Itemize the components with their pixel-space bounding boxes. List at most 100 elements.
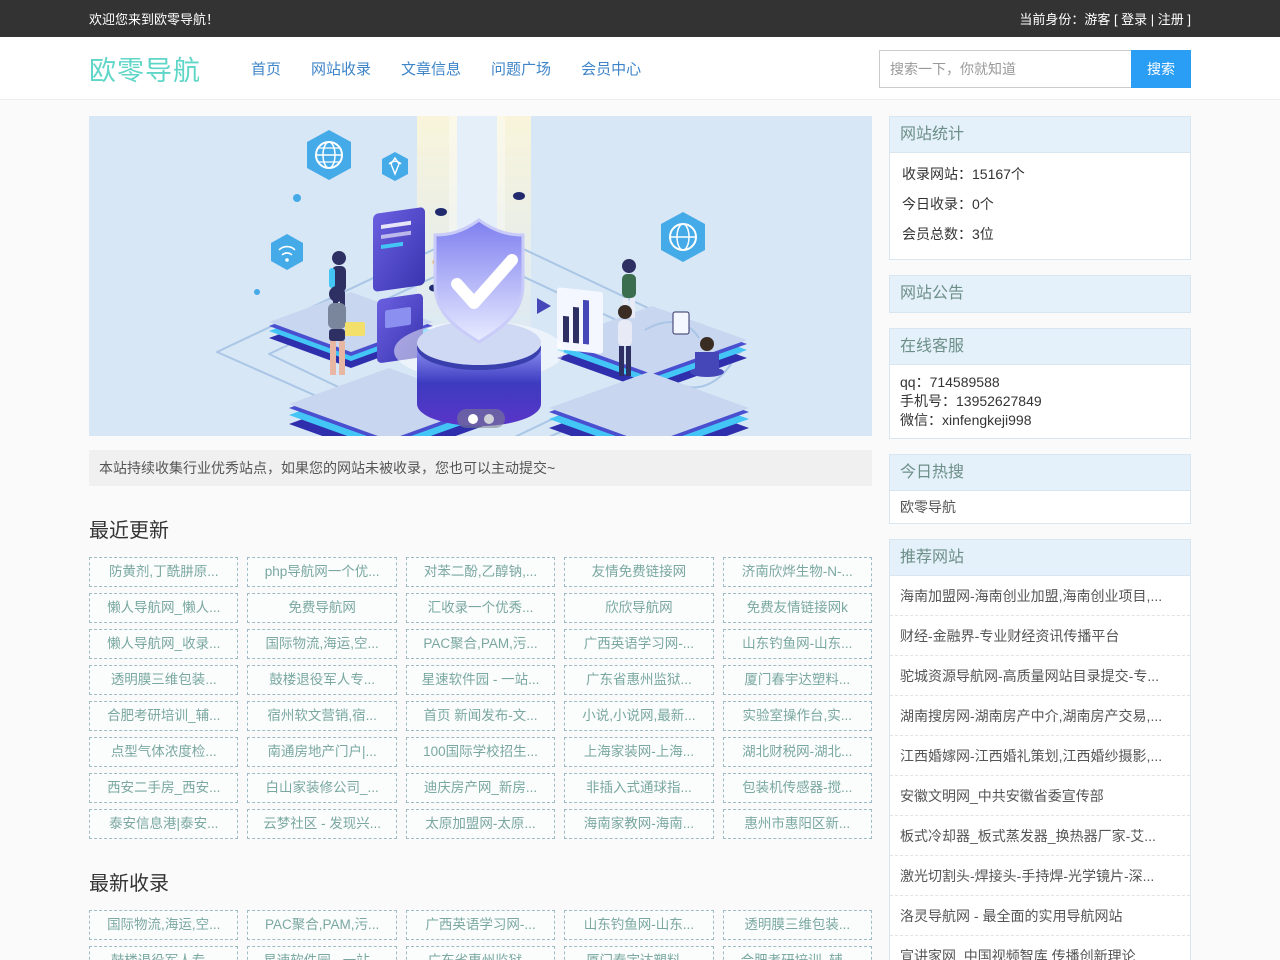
identity-login-register[interactable]: 当前身份：游客 [ 登录 | 注册 ] <box>1019 9 1191 28</box>
site-link[interactable]: 汇收录一个优秀... <box>406 593 555 623</box>
panel-site-announcement: 网站公告 <box>889 275 1191 313</box>
site-link[interactable]: 太原加盟网-太原... <box>406 809 555 839</box>
hot-search-item[interactable]: 欧零导航 <box>890 491 1190 523</box>
site-logo[interactable]: 欧零导航 <box>89 49 201 88</box>
site-link[interactable]: 友情免费链接网 <box>564 557 713 587</box>
recommended-site-link[interactable]: 宣讲家网_中国视频智库 传播创新理论 <box>890 936 1190 960</box>
search-input[interactable] <box>879 50 1131 88</box>
panel-title-site-stats: 网站统计 <box>890 117 1190 153</box>
site-link[interactable]: 合肥考研培训_辅... <box>723 946 872 960</box>
site-link[interactable]: 星速软件园 - 一站... <box>406 665 555 695</box>
latest-included-grid: 国际物流,海运,空... PAC聚合,PAM,污... 广西英语学习网-... 山东钓… <box>89 910 872 960</box>
site-link[interactable]: 透明膜三维包装... <box>723 910 872 940</box>
site-link[interactable]: 南通房地产门户|... <box>247 737 396 767</box>
panel-title-online-service: 在线客服 <box>890 329 1190 365</box>
contact-row: 微信：xinfengkeji998 <box>900 411 1180 430</box>
recommended-site-link[interactable]: 板式冷却器_板式蒸发器_换热器厂家-艾... <box>890 816 1190 856</box>
site-link[interactable]: 合肥考研培训_辅... <box>89 701 238 731</box>
site-link[interactable]: PAC聚合,PAM,污... <box>247 910 396 940</box>
submit-notice: 本站持续收集行业优秀站点，如果您的网站未被收录，您也可以主动提交~ <box>89 450 872 486</box>
site-link[interactable]: 云梦社区 - 发现兴... <box>247 809 396 839</box>
site-link[interactable]: 小说,小说网,最新... <box>564 701 713 731</box>
site-link[interactable]: 海南家教网-海南... <box>564 809 713 839</box>
site-link[interactable]: 点型气体浓度检... <box>89 737 238 767</box>
site-link[interactable]: 湖北财税网-湖北... <box>723 737 872 767</box>
stat-row: 收录网站：15167个 <box>902 159 1178 189</box>
site-link[interactable]: 懒人导航网_收录... <box>89 629 238 659</box>
chart-board <box>557 287 603 354</box>
site-link[interactable]: 实验室操作台,实... <box>723 701 872 731</box>
sidebar: 网站统计 收录网站：15167个今日收录：0个会员总数：3位 网站公告 在线客服… <box>889 116 1191 960</box>
site-link[interactable]: 上海家装网-上海... <box>564 737 713 767</box>
header: 欧零导航 首页 网站收录 文章信息 问题广场 会员中心 搜索 <box>0 37 1280 100</box>
site-link[interactable]: 欣欣导航网 <box>564 593 713 623</box>
topbar: 欢迎您来到欧零导航！ 当前身份：游客 [ 登录 | 注册 ] <box>0 0 1280 37</box>
site-link[interactable]: 懒人导航网_懒人... <box>89 593 238 623</box>
site-link[interactable]: 星速软件园 - 一站... <box>247 946 396 960</box>
site-link[interactable]: 厦门春宇达塑料... <box>723 665 872 695</box>
site-link[interactable]: 迪庆房产网_新房... <box>406 773 555 803</box>
site-link[interactable]: 广东省惠州监狱... <box>564 665 713 695</box>
carousel-dot[interactable] <box>484 414 494 424</box>
site-link[interactable]: 透明膜三维包装... <box>89 665 238 695</box>
site-link[interactable]: 广西英语学习网-... <box>406 910 555 940</box>
carousel-dot-active[interactable] <box>468 414 478 424</box>
recommended-site-link[interactable]: 驼城资源导航网-高质量网站目录提交-专... <box>890 656 1190 696</box>
site-link[interactable]: php导航网一个优... <box>247 557 396 587</box>
main-column: 本站持续收集行业优秀站点，如果您的网站未被收录，您也可以主动提交~ 最近更新 防… <box>89 116 872 960</box>
recent-updates-grid: 防黄剂,丁酰肼原... php导航网一个优... 对苯二酚,乙醇钠,... 友情免费链… <box>89 557 872 839</box>
site-link[interactable]: 西安二手房_西安... <box>89 773 238 803</box>
site-link[interactable]: 宿州软文营销,宿... <box>247 701 396 731</box>
panel-title-site-announcement: 网站公告 <box>890 276 1190 312</box>
recommended-site-link[interactable]: 海南加盟网-海南创业加盟,海南创业项目,... <box>890 576 1190 616</box>
site-link[interactable]: 100国际学校招生... <box>406 737 555 767</box>
site-link[interactable]: 国际物流,海运,空... <box>89 910 238 940</box>
hero-banner[interactable] <box>89 116 872 436</box>
recommended-sites-list: 海南加盟网-海南创业加盟,海南创业项目,...财经-金融界-专业财经资讯传播平台… <box>890 576 1190 960</box>
section-title-latest-included: 最新收录 <box>89 867 872 896</box>
site-link[interactable]: 山东钓鱼网-山东... <box>723 629 872 659</box>
carousel-dots <box>457 409 505 428</box>
nav-item[interactable]: 会员中心 <box>581 58 641 79</box>
site-link[interactable]: 包装机传感器-搅... <box>723 773 872 803</box>
hero-illustration <box>89 116 872 436</box>
site-link[interactable]: 广西英语学习网-... <box>564 629 713 659</box>
search-button[interactable]: 搜索 <box>1131 50 1191 88</box>
site-link[interactable]: 首页 新闻发布-文... <box>406 701 555 731</box>
recommended-site-link[interactable]: 江西婚嫁网-江西婚礼策划,江西婚纱摄影,... <box>890 736 1190 776</box>
recommended-site-link[interactable]: 安徽文明网_中共安徽省委宣传部 <box>890 776 1190 816</box>
site-link[interactable]: 白山家装修公司_... <box>247 773 396 803</box>
site-link[interactable]: 免费导航网 <box>247 593 396 623</box>
site-link[interactable]: 鼓楼退役军人专... <box>247 665 396 695</box>
site-link[interactable]: 对苯二酚,乙醇钠,... <box>406 557 555 587</box>
site-link[interactable]: 鼓楼退役军人专... <box>89 946 238 960</box>
nav-item[interactable]: 问题广场 <box>491 58 551 79</box>
site-link[interactable]: 济南欣烨生物-N-... <box>723 557 872 587</box>
site-link[interactable]: 防黄剂,丁酰肼原... <box>89 557 238 587</box>
nav-item[interactable]: 文章信息 <box>401 58 461 79</box>
site-link[interactable]: PAC聚合,PAM,污... <box>406 629 555 659</box>
panel-title-hot-search: 今日热搜 <box>890 455 1190 491</box>
recommended-site-link[interactable]: 财经-金融界-专业财经资讯传播平台 <box>890 616 1190 656</box>
site-link[interactable]: 国际物流,海运,空... <box>247 629 396 659</box>
contact-row: qq：714589588 <box>900 373 1180 392</box>
recommended-site-link[interactable]: 激光切割头-焊接头-手持焊-光学镜片-深... <box>890 856 1190 896</box>
stat-row: 今日收录：0个 <box>902 189 1178 219</box>
panel-online-service: 在线客服 qq：714589588手机号：13952627849微信：xinfe… <box>889 328 1191 439</box>
hot-search-list: 欧零导航 <box>890 491 1190 523</box>
site-link[interactable]: 广东省惠州监狱... <box>406 946 555 960</box>
site-link[interactable]: 惠州市惠阳区新... <box>723 809 872 839</box>
site-link[interactable]: 山东钓鱼网-山东... <box>564 910 713 940</box>
site-link[interactable]: 厦门春宇达塑料... <box>564 946 713 960</box>
section-title-recent-updates: 最近更新 <box>89 514 872 543</box>
nav-item[interactable]: 网站收录 <box>311 58 371 79</box>
site-link[interactable]: 泰安信息港|泰安... <box>89 809 238 839</box>
recommended-site-link[interactable]: 湖南搜房网-湖南房产中介,湖南房产交易,... <box>890 696 1190 736</box>
search-area: 搜索 <box>879 50 1191 88</box>
main-nav: 首页 网站收录 文章信息 问题广场 会员中心 <box>251 58 671 79</box>
nav-item[interactable]: 首页 <box>251 58 281 79</box>
site-link[interactable]: 免费友情链接网k <box>723 593 872 623</box>
site-link[interactable]: 非插入式通球指... <box>564 773 713 803</box>
recommended-site-link[interactable]: 洛灵导航网 - 最全面的实用导航网站 <box>890 896 1190 936</box>
stat-row: 会员总数：3位 <box>902 219 1178 249</box>
